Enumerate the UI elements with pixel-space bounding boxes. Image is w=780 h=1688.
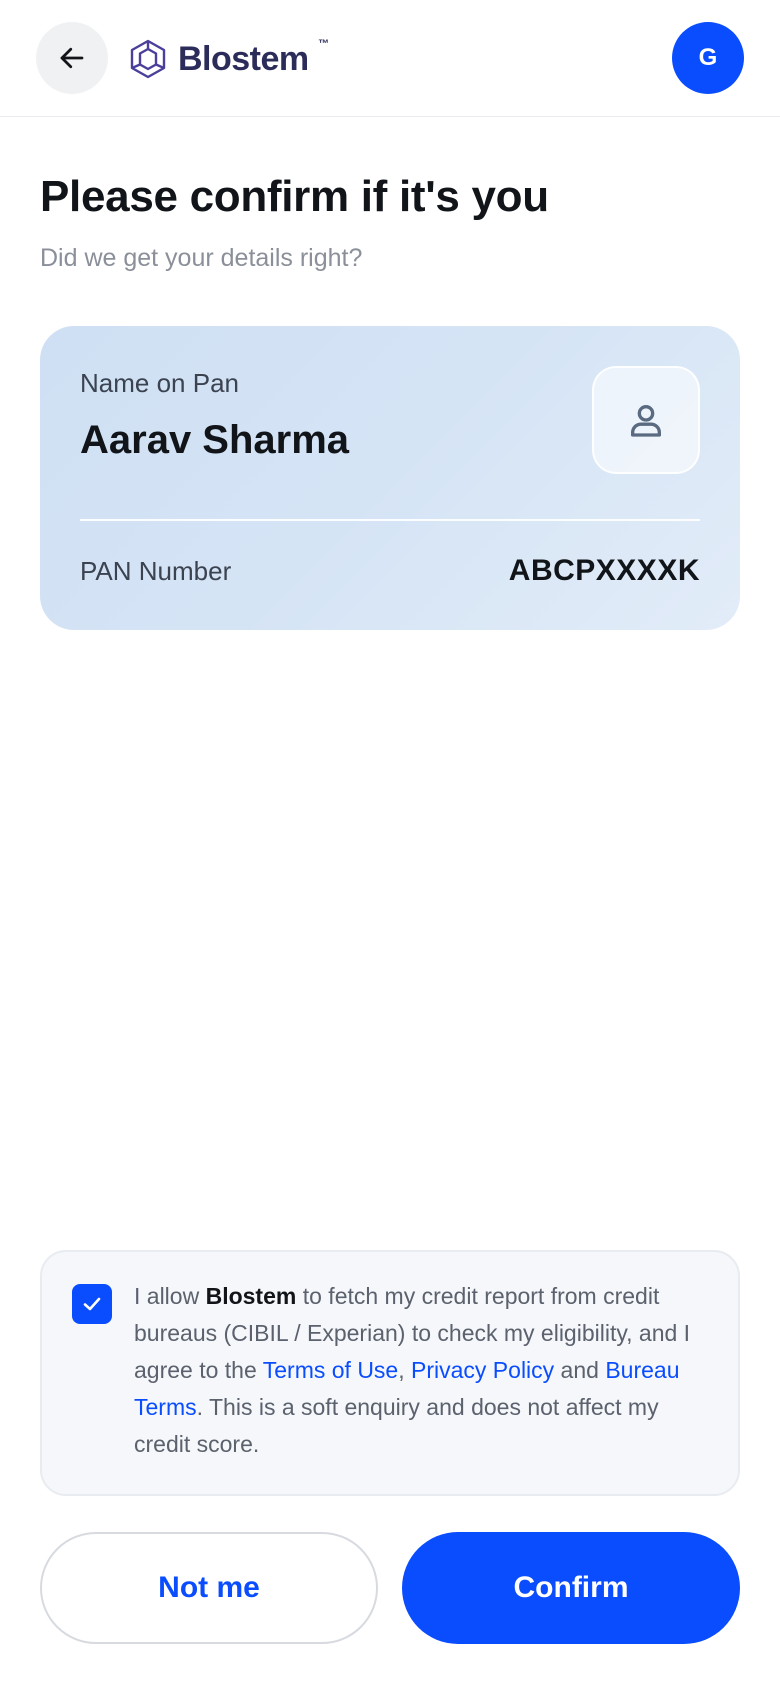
consent-box: I allow Blostem to fetch my credit repor… [40,1250,740,1496]
pan-number-label: PAN Number [80,556,232,586]
pan-number-value: ABCPXXXXK [508,554,700,587]
consent-brand: Blostem [205,1283,297,1309]
name-on-pan-label: Name on Pan [80,368,239,398]
consent-checkbox[interactable] [72,1284,112,1324]
confirm-identity-screen: Blostem ™ G Please confirm if it's you Di… [0,0,780,1688]
page-title: Please confirm if it's you [40,172,549,221]
trademark: ™ [318,37,329,50]
pan-details-card: Name on Pan Aarav Sharma PAN Number ABCP… [40,326,740,630]
brand-logo: Blostem ™ [128,37,329,80]
card-divider [80,519,700,521]
pan-avatar-tile [592,366,700,474]
page-subtitle: Did we get your details right? [40,244,363,272]
terms-of-use-link[interactable]: Terms of Use [263,1357,398,1383]
hexagon-cube-logo-icon [130,39,166,79]
consent-text: I allow Blostem to fetch my credit repor… [134,1283,691,1457]
brand-name: Blostem ™ [178,37,329,78]
confirm-button[interactable]: Confirm [402,1532,740,1644]
name-on-pan-value: Aarav Sharma [80,418,350,462]
not-me-button[interactable]: Not me [40,1532,378,1644]
privacy-policy-link[interactable]: Privacy Policy [411,1357,554,1383]
user-icon [631,405,661,437]
back-button[interactable] [36,22,108,94]
checkmark-icon [83,1297,101,1311]
top-header: Blostem ™ G [0,0,780,117]
arrow-left-icon [60,47,84,69]
user-avatar[interactable]: G [672,22,744,94]
